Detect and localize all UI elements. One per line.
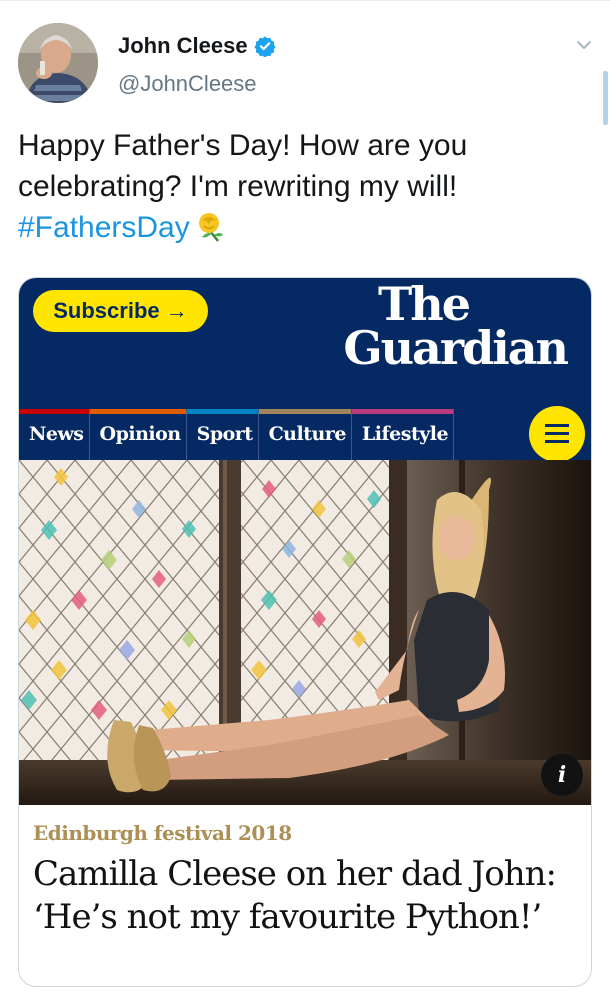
article-headline[interactable]: Camilla Cleese on her dad John: ‘He’s no… — [33, 853, 583, 939]
chevron-down-icon[interactable] — [574, 35, 594, 55]
subscribe-button[interactable]: Subscribe → — [33, 290, 208, 332]
nav-label: Sport — [196, 423, 253, 445]
logo-line-2: Guardian — [343, 321, 569, 375]
avatar[interactable] — [18, 23, 98, 103]
article-photo-image — [19, 460, 591, 805]
nav-label: Lifestyle — [361, 423, 449, 445]
nav-label: Opinion — [99, 423, 182, 445]
menu-bar — [545, 440, 569, 443]
nav-pill — [258, 409, 351, 414]
menu-bar — [545, 424, 569, 427]
tweet: John Cleese @JohnCleese Happy Father's D… — [0, 0, 610, 994]
author-handle[interactable]: @JohnCleese — [118, 71, 257, 97]
nav-pill — [351, 409, 454, 414]
hamburger-menu-icon[interactable] — [529, 406, 585, 462]
info-icon[interactable]: i — [541, 754, 583, 796]
nav-item-opinion[interactable]: Opinion — [89, 409, 187, 460]
avatar-photo — [18, 23, 98, 103]
author-name[interactable]: John Cleese — [118, 33, 276, 59]
nav-item-lifestyle[interactable]: Lifestyle — [351, 409, 455, 460]
author-name-text: John Cleese — [118, 33, 248, 58]
nav-pill — [89, 409, 186, 414]
article-photo[interactable] — [19, 460, 591, 805]
tweet-text-body: Happy Father's Day! How are you celebrat… — [18, 129, 468, 203]
guardian-header: Subscribe → The Guardian News Opinion Sp… — [19, 277, 591, 462]
nav-item-sport[interactable]: Sport — [186, 409, 259, 460]
guardian-nav: News Opinion Sport Culture Lifestyle — [19, 409, 455, 460]
scrollbar[interactable] — [603, 71, 608, 125]
tweet-text: Happy Father's Day! How are you celebrat… — [18, 125, 593, 248]
nav-pill — [186, 409, 258, 414]
guardian-logo[interactable]: The Guardian — [343, 277, 569, 375]
logo-line-1: The — [378, 277, 471, 331]
article-kicker: Edinburgh festival 2018 — [33, 821, 292, 845]
link-preview-card[interactable]: Subscribe → The Guardian News Opinion Sp… — [18, 277, 592, 987]
nav-item-news[interactable]: News — [19, 409, 90, 460]
yellow-rose-icon — [196, 211, 226, 243]
verified-badge-icon — [253, 35, 276, 58]
nav-label: News — [29, 423, 84, 445]
nav-label: Culture — [268, 423, 347, 445]
nav-item-culture[interactable]: Culture — [258, 409, 352, 460]
hashtag-link[interactable]: #FathersDay — [18, 211, 190, 244]
nav-pill — [19, 409, 89, 414]
menu-bar — [545, 432, 569, 435]
